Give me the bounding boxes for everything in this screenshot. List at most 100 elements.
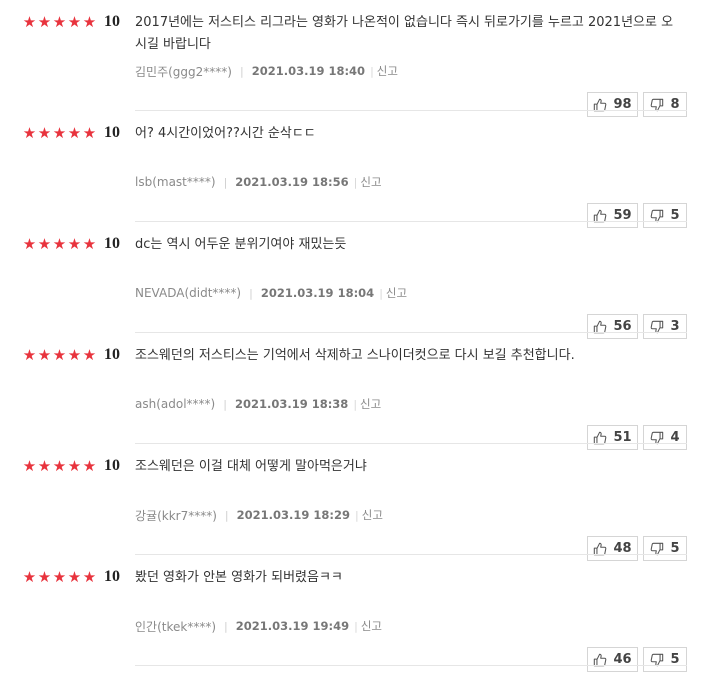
rating: ★ ★ ★ ★ ★ 10: [22, 346, 120, 364]
star-rating: ★ ★ ★ ★ ★: [22, 457, 97, 475]
star-icon: ★: [52, 457, 67, 475]
star-icon: ★: [37, 568, 52, 586]
meta-separator: |: [249, 286, 253, 300]
review-date: 2021.03.19 18:38: [234, 397, 349, 411]
star-icon: ★: [67, 13, 82, 31]
star-icon: ★: [52, 568, 67, 586]
review-item: ★ ★ ★ ★ ★ 10 조스웨던의 저스티스는 기억에서 삭제하고 스나이더컷으로 다시 …: [0, 333, 707, 450]
report-link[interactable]: 신고: [361, 618, 382, 634]
star-icon: ★: [22, 124, 37, 142]
star-icon: ★: [67, 457, 82, 475]
star-rating: ★ ★ ★ ★ ★: [22, 346, 97, 364]
star-icon: ★: [82, 235, 97, 253]
star-icon: ★: [67, 124, 82, 142]
review-meta: ash(adol****) | 2021.03.19 18:38 | 신고: [135, 395, 381, 413]
review-date: 2021.03.19 18:40: [251, 64, 366, 78]
rating: ★ ★ ★ ★ ★ 10: [22, 568, 120, 586]
rating: ★ ★ ★ ★ ★ 10: [22, 124, 120, 142]
star-icon: ★: [22, 457, 37, 475]
rating-score: 10: [104, 235, 120, 252]
author-name[interactable]: 김민주(ggg2****): [135, 63, 232, 80]
meta-separator: |: [224, 619, 228, 633]
star-rating: ★ ★ ★ ★ ★: [22, 13, 97, 31]
review-item: ★ ★ ★ ★ ★ 10 2017년에는 저스티스 리그라는 영화가 나온적이 없습니다 즉…: [0, 0, 707, 117]
review-date: 2021.03.19 18:56: [235, 175, 349, 189]
star-icon: ★: [52, 235, 67, 253]
star-icon: ★: [82, 346, 97, 364]
review-text: 조스웨던의 저스티스는 기억에서 삭제하고 스나이더컷으로 다시 보길 추천합니…: [135, 348, 575, 363]
star-icon: ★: [22, 235, 37, 253]
review-meta: lsb(mast****) | 2021.03.19 18:56 | 신고: [135, 173, 382, 191]
review-text: 조스웨던은 이걸 대체 어떻게 말아먹은거냐: [135, 459, 367, 474]
review-meta: NEVADA(didt****) | 2021.03.19 18:04 | 신고: [135, 284, 407, 302]
report-link[interactable]: 신고: [377, 63, 398, 79]
author-name[interactable]: NEVADA(didt****): [135, 286, 241, 300]
review-item: ★ ★ ★ ★ ★ 10 조스웨던은 이걸 대체 어떻게 말아먹은거냐 강귤(kkr7****…: [0, 444, 707, 561]
meta-separator: |: [353, 175, 358, 189]
meta-separator: |: [354, 619, 358, 633]
star-icon: ★: [37, 235, 52, 253]
review-date: 2021.03.19 18:29: [236, 508, 351, 522]
meta-separator: |: [355, 508, 359, 522]
star-icon: ★: [52, 13, 67, 31]
star-icon: ★: [22, 13, 37, 31]
review-text: dc는 역시 어두운 분위기여야 재밌는듯: [135, 237, 347, 252]
review-text: 봤던 영화가 안본 영화가 되버렸음ㅋㅋ: [135, 570, 343, 585]
review-text: 2017년에는 저스티스 리그라는 영화가 나온적이 없습니다 즉시 뒤로가기를…: [135, 15, 674, 52]
meta-separator: |: [239, 64, 244, 78]
star-rating: ★ ★ ★ ★ ★: [22, 124, 97, 142]
review-item: ★ ★ ★ ★ ★ 10 봤던 영화가 안본 영화가 되버렸음ㅋㅋ 인간(tkek****) |…: [0, 555, 707, 672]
review-divider: [135, 665, 687, 666]
star-rating: ★ ★ ★ ★ ★: [22, 568, 97, 586]
review-list: ★ ★ ★ ★ ★ 10 2017년에는 저스티스 리그라는 영화가 나온적이 없습니다 즉…: [0, 0, 707, 672]
star-icon: ★: [52, 124, 67, 142]
star-icon: ★: [67, 235, 82, 253]
author-name[interactable]: ash(adol****): [135, 397, 215, 411]
report-link[interactable]: 신고: [360, 396, 381, 412]
dislike-button[interactable]: 5: [643, 647, 687, 672]
star-icon: ★: [37, 124, 52, 142]
vote-buttons: 46 5: [587, 647, 687, 672]
meta-separator: |: [370, 64, 374, 78]
report-link[interactable]: 신고: [386, 285, 407, 301]
star-icon: ★: [67, 568, 82, 586]
star-icon: ★: [82, 457, 97, 475]
rating-score: 10: [104, 346, 120, 363]
meta-separator: |: [379, 286, 383, 300]
review-date: 2021.03.19 19:49: [235, 619, 350, 633]
review-item: ★ ★ ★ ★ ★ 10 dc는 역시 어두운 분위기여야 재밌는듯 NEVADA(didt*…: [0, 222, 707, 339]
review-meta: 강귤(kkr7****) | 2021.03.19 18:29 | 신고: [135, 506, 383, 524]
meta-separator: |: [223, 175, 228, 189]
star-rating: ★ ★ ★ ★ ★: [22, 235, 97, 253]
star-icon: ★: [37, 13, 52, 31]
rating: ★ ★ ★ ★ ★ 10: [22, 235, 120, 253]
rating: ★ ★ ★ ★ ★ 10: [22, 13, 120, 31]
meta-separator: |: [223, 397, 227, 411]
star-icon: ★: [52, 346, 67, 364]
author-name[interactable]: 인간(tkek****): [135, 618, 216, 635]
star-icon: ★: [22, 346, 37, 364]
review-meta: 김민주(ggg2****) | 2021.03.19 18:40 | 신고: [135, 62, 398, 80]
star-icon: ★: [82, 568, 97, 586]
rating-score: 10: [104, 124, 120, 141]
meta-separator: |: [224, 508, 229, 522]
star-icon: ★: [22, 568, 37, 586]
star-icon: ★: [82, 124, 97, 142]
rating: ★ ★ ★ ★ ★ 10: [22, 457, 120, 475]
rating-score: 10: [104, 457, 120, 474]
like-button[interactable]: 46: [587, 647, 638, 672]
meta-separator: |: [353, 397, 358, 411]
star-icon: ★: [37, 457, 52, 475]
star-icon: ★: [37, 346, 52, 364]
star-icon: ★: [67, 346, 82, 364]
author-name[interactable]: lsb(mast****): [135, 175, 216, 189]
report-link[interactable]: 신고: [362, 507, 383, 523]
review-meta: 인간(tkek****) | 2021.03.19 19:49 | 신고: [135, 617, 382, 635]
author-name[interactable]: 강귤(kkr7****): [135, 507, 217, 524]
star-icon: ★: [82, 13, 97, 31]
report-link[interactable]: 신고: [360, 174, 381, 190]
review-item: ★ ★ ★ ★ ★ 10 어? 4시간이었어??시간 순삭ㄷㄷ lsb(mast****) | 2…: [0, 111, 707, 228]
review-text: 어? 4시간이었어??시간 순삭ㄷㄷ: [135, 126, 316, 141]
rating-score: 10: [104, 13, 120, 30]
review-date: 2021.03.19 18:04: [260, 286, 375, 300]
